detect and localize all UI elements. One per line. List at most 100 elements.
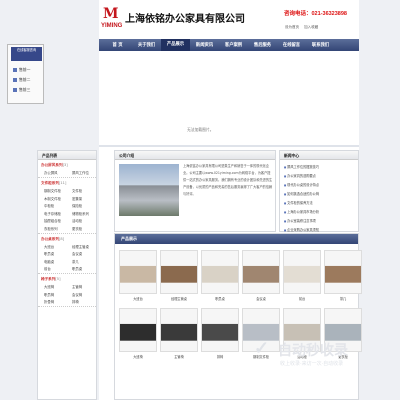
product-card[interactable]: 大班台 [119,250,157,304]
subcategory-link[interactable]: 钢制文件柜 [44,188,72,193]
main-nav: 首 页 关于我们 产品展示 新闻资讯 客户案例 售后服务 在线留言 联系我们 [99,39,359,51]
product-image[interactable] [242,250,280,294]
subcategory-link[interactable]: 主管椅 [72,284,100,289]
subcategory-link[interactable]: 会议桌 [72,251,100,256]
company-intro-panel: 公司介绍 上海依铭办公家具有限公司是集生产和销售于一体的现代化企业。公司主要以w… [114,150,276,232]
product-caption[interactable]: 排椅 [201,354,239,359]
product-image[interactable] [283,250,321,294]
subcategory-link[interactable]: 活动柜 [72,218,100,223]
subcategory-link[interactable]: 抽屉组合柜 [44,218,72,223]
logo-mark: M [103,6,118,22]
product-image[interactable] [201,250,239,294]
product-card[interactable]: 职员桌 [201,250,239,304]
widget-heading: 在线客服咨询 [11,47,42,61]
category-name: 办公桌系列 [41,236,59,241]
news-item[interactable]: 文件柜的保养方法 [284,199,354,208]
subcategory-link[interactable]: 衣柜系列 [44,226,72,231]
product-card[interactable]: 大班椅 [119,308,157,362]
product-card[interactable]: 排椅 [201,308,239,362]
product-caption[interactable]: 职员桌 [201,296,239,301]
subcategory-link[interactable]: 大班台 [44,244,72,249]
subcategory-link[interactable]: 文件柜 [72,188,100,193]
product-caption[interactable]: 前台 [283,296,321,301]
news-item[interactable]: 现代办公桌的设计特点 [284,181,354,190]
category-name: 文件柜系列 [41,181,59,185]
subcategory-link[interactable]: 更衣柜 [72,226,100,231]
subcategory-link[interactable]: 经理主管桌 [72,244,100,249]
subcategory-link[interactable]: 电脑桌 [44,259,72,264]
subcategory-link[interactable]: 排椅 [72,299,100,304]
subcategory-link[interactable]: 前台 [44,266,72,271]
news-item[interactable]: 上海办公家具市场分析 [284,208,354,217]
divider [99,145,359,147]
subcategory-link[interactable]: 木制文件柜 [44,196,72,201]
nav-about[interactable]: 关于我们 [132,42,161,48]
news-item[interactable]: 屏风工作位的摆放技巧 [284,163,354,172]
category-heading[interactable]: 文件柜系列[11] [41,181,96,186]
product-caption[interactable]: 大班台 [119,296,157,301]
qq-icon [13,68,17,72]
news-item[interactable]: 办公家具的选购要点 [284,172,354,181]
subcategory-list: 办公屏风 屏风工作位 [38,169,96,178]
product-caption[interactable]: 大班椅 [119,354,157,359]
subcategory-link[interactable]: 大班椅 [44,284,72,289]
subcategory-link[interactable]: 茶几 [72,259,100,264]
showcase-title: 产品展示 [115,234,358,244]
news-item[interactable]: 办公室装修注意事项 [284,217,354,226]
category-list: 办公屏风系列[3] 办公屏风 屏风工作位 文件柜系列[11] 钢制文件柜 文件柜 木制文件柜… [38,163,96,307]
nav-news[interactable]: 新闻资讯 [190,42,219,48]
subcategory-link[interactable]: 办公屏风 [44,170,72,175]
service-item-1[interactable]: 售前一 [13,67,30,73]
subcategory-link[interactable]: 屏风工作位 [72,170,100,175]
news-panel: 新闻中心 屏风工作位的摆放技巧办公家具的选购要点现代办公桌的设计特点如何挑选合适… [279,150,359,232]
nav-products[interactable]: 产品展示 [161,39,190,51]
service-item-2[interactable]: 售前二 [13,77,30,83]
qq-icon [13,78,17,82]
subcategory-link[interactable]: 密集架 [72,196,100,201]
product-card[interactable]: 经理主管桌 [160,250,198,304]
banner: 无法加载图片。 [99,52,359,144]
product-image[interactable] [119,250,157,294]
nav-contact[interactable]: 联系我们 [306,42,335,48]
company-intro-text: 上海依铭办公家具有限公司是集生产和销售于一体的现代化企业。公司主要以www.02… [183,164,273,196]
product-card[interactable]: 前台 [283,250,321,304]
category-count: [11] [58,181,67,185]
category-heading[interactable]: 办公桌系列[8] [41,237,96,242]
subcategory-link[interactable]: 电子存储柜 [44,211,72,216]
product-image[interactable] [201,308,239,352]
nav-service[interactable]: 售后服务 [248,42,277,48]
product-caption[interactable]: 会议桌 [242,296,280,301]
subcategory-list: 大班台 经理主管桌 职员桌 会议桌 电脑桌 茶几 前台 职员桌 [38,243,96,274]
product-image[interactable] [160,250,198,294]
category-heading[interactable]: 办公屏风系列[3] [41,163,96,168]
product-card[interactable]: 茶几 [324,250,362,304]
category-heading[interactable]: 椅子系列[5] [41,277,96,282]
product-image[interactable] [119,308,157,352]
subcategory-link[interactable]: 保险柜 [72,203,100,208]
service-item-3[interactable]: 售前三 [13,87,30,93]
news-item[interactable]: 如何挑选合适的办公椅 [284,190,354,199]
set-homepage-link[interactable]: 设为首页 [285,25,299,29]
nav-cases[interactable]: 客户案例 [219,42,248,48]
subcategory-link[interactable]: 会议椅 [72,292,100,297]
subcategory-link[interactable]: 职员桌 [44,251,72,256]
company-name: 上海依铭办公家具有限公司 [125,14,245,25]
subcategory-link[interactable]: 中柜柜 [44,203,72,208]
product-image[interactable] [160,308,198,352]
subcategory-link[interactable]: 职员桌 [72,266,100,271]
product-card[interactable]: 会议桌 [242,250,280,304]
subcategory-link[interactable]: 折叠椅 [44,299,72,304]
nav-message[interactable]: 在线留言 [277,42,306,48]
product-list-panel: 产品列表 办公屏风系列[3] 办公屏风 屏风工作位 文件柜系列[11] 钢制文件柜 文件柜… [37,150,97,400]
product-caption[interactable]: 主管椅 [160,354,198,359]
panel-title: 产品列表 [38,151,96,160]
subcategory-link[interactable]: 储物柜系列 [72,211,100,216]
product-image[interactable] [324,250,362,294]
watermark-text: 自动秒收录 [278,343,348,359]
subcategory-link[interactable]: 职员椅 [44,292,72,297]
product-caption[interactable]: 经理主管桌 [160,296,198,301]
add-favorite-link[interactable]: 加入收藏 [304,25,318,29]
nav-home[interactable]: 首 页 [103,42,132,48]
product-card[interactable]: 主管椅 [160,308,198,362]
product-caption[interactable]: 茶几 [324,296,362,301]
